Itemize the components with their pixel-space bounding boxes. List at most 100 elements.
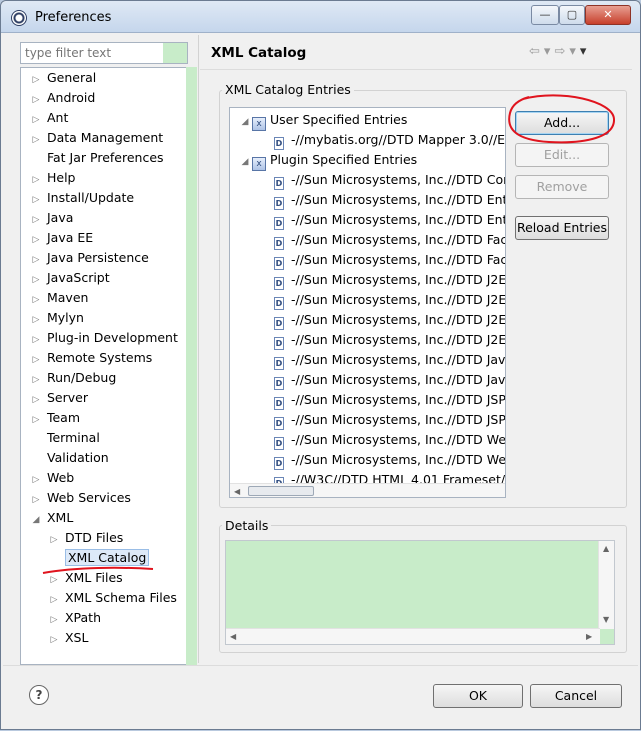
tree-item-android[interactable]: ▷ Android [29,88,96,110]
details-scroll-right-icon[interactable]: ▶ [586,632,592,641]
catalog-entry-row[interactable]: D -//mybatis.org//DTD Mapper 3.0//EN [274,130,505,150]
forward-menu-icon[interactable]: ▾ [569,44,580,59]
catalog-entry-row[interactable]: D -//Sun Microsystems, Inc.//DTD JavaServ… [274,350,505,370]
filter-input[interactable] [21,43,161,63]
tree-item-web[interactable]: ▷ Web [29,468,75,490]
catalog-entry-row[interactable]: D -//Sun Microsystems, Inc.//DTD JSP Tag … [274,410,505,430]
catalog-entry-row[interactable]: D -//Sun Microsystems, Inc.//DTD Facelet … [274,230,505,250]
details-scroll-up-icon[interactable]: ▲ [603,544,609,553]
collapsed-twisty-icon[interactable]: ▷ [29,170,43,190]
collapsed-twisty-icon[interactable]: ▷ [29,370,43,390]
tree-item-run-debug[interactable]: ▷ Run/Debug [29,368,117,390]
tree-item-xml-schema-files[interactable]: ▷ XML Schema Files [47,588,177,608]
catalog-entry-row[interactable]: D -//Sun Microsystems, Inc.//DTD J2EE App… [274,270,505,290]
catalog-entry-row[interactable]: D -//Sun Microsystems, Inc.//DTD JavaServ… [274,370,505,390]
forward-icon[interactable]: ⇨ [554,44,569,59]
collapsed-twisty-icon[interactable]: ▷ [29,230,43,250]
tree-item-java-ee[interactable]: ▷ Java EE [29,228,94,250]
catalog-entry-row[interactable]: D -//Sun Microsystems, Inc.//DTD Enterpri… [274,190,505,210]
collapsed-twisty-icon[interactable]: ▷ [29,310,43,330]
catalog-entry-row[interactable]: D -//Sun Microsystems, Inc.//DTD J2EE App… [274,330,505,350]
collapsed-twisty-icon[interactable]: ▷ [47,570,61,590]
collapsed-twisty-icon[interactable]: ▷ [29,210,43,230]
collapsed-twisty-icon[interactable]: ▷ [47,530,61,550]
tree-item-java[interactable]: ▷ Java [29,208,74,230]
tree-item-install-update[interactable]: ▷ Install/Update [29,188,135,210]
tree-item-xml-catalog[interactable]: XML Catalog [47,548,150,568]
collapsed-twisty-icon[interactable]: ▷ [29,330,43,350]
collapsed-twisty-icon[interactable]: ▷ [29,470,43,490]
reload-entries-button[interactable]: Reload Entries [515,216,609,240]
tree-item-xml-files[interactable]: ▷ XML Files [47,568,123,588]
details-scroll-down-icon[interactable]: ▼ [603,615,609,624]
ok-button[interactable]: OK [433,684,523,708]
view-menu-icon[interactable]: ▾ [580,44,591,59]
cancel-button[interactable]: Cancel [530,684,622,708]
collapsed-twisty-icon[interactable]: ▷ [29,190,43,210]
collapsed-twisty-icon[interactable]: ▷ [29,110,43,130]
tree-item-remote-systems[interactable]: ▷ Remote Systems [29,348,153,370]
tree-item-terminal[interactable]: Terminal [29,428,100,448]
catalog-category-row[interactable]: ◢ x User Specified Entries [238,110,407,132]
entries-horizontal-thumb[interactable] [248,486,314,496]
remove-button[interactable]: Remove [515,175,609,199]
tree-item-java-persistence[interactable]: ▷ Java Persistence [29,248,149,268]
minimize-button[interactable]: — [531,5,559,25]
details-scroll-left-icon[interactable]: ◀ [230,632,236,641]
tree-item-validation[interactable]: Validation [29,448,109,468]
collapsed-twisty-icon[interactable]: ▷ [29,90,43,110]
expanded-twisty-icon[interactable]: ◢ [29,510,43,530]
expanded-twisty-icon[interactable]: ◢ [238,112,252,132]
collapsed-twisty-icon[interactable]: ▷ [29,130,43,150]
collapsed-twisty-icon[interactable]: ▷ [47,610,61,630]
add-button[interactable]: Add... [515,111,609,135]
tree-item-data-management[interactable]: ▷ Data Management [29,128,164,150]
catalog-entry-row[interactable]: D -//Sun Microsystems, Inc.//DTD JSP Tag … [274,390,505,410]
collapsed-twisty-icon[interactable]: ▷ [29,410,43,430]
catalog-category-row[interactable]: ◢ x Plugin Specified Entries [238,150,417,172]
tree-item-help[interactable]: ▷ Help [29,168,76,190]
collapsed-twisty-icon[interactable]: ▷ [29,350,43,370]
catalog-entry-row[interactable]: D -//Sun Microsystems, Inc.//DTD J2EE App… [274,310,505,330]
tree-item-plug-in-development[interactable]: ▷ Plug-in Development [29,328,178,348]
maximize-button[interactable]: ▢ [559,5,585,25]
help-icon[interactable]: ? [29,685,49,705]
collapsed-twisty-icon[interactable]: ▷ [29,390,43,410]
collapsed-twisty-icon[interactable]: ▷ [47,630,61,650]
tree-scrollbar[interactable] [186,67,197,665]
tree-item-mylyn[interactable]: ▷ Mylyn [29,308,84,328]
tree-item-server[interactable]: ▷ Server [29,388,88,408]
collapsed-twisty-icon[interactable]: ▷ [29,270,43,290]
tree-item-maven[interactable]: ▷ Maven [29,288,89,310]
collapsed-twisty-icon[interactable]: ▷ [29,290,43,310]
edit-button[interactable]: Edit... [515,143,609,167]
catalog-entry-row[interactable]: D -//Sun Microsystems, Inc.//DTD Web Appl… [274,430,505,450]
details-vertical-scrollbar[interactable]: ▲ ▼ [598,541,614,629]
tree-item-xsl[interactable]: ▷ XSL [47,628,89,650]
pane-divider[interactable] [198,35,199,663]
close-button[interactable]: ✕ [585,5,631,25]
collapsed-twisty-icon[interactable]: ▷ [47,590,61,610]
tree-item-xpath[interactable]: ▷ XPath [47,608,101,628]
tree-item-web-services[interactable]: ▷ Web Services [29,488,131,508]
entries-horizontal-scrollbar[interactable]: ◀ ▶ [230,483,505,497]
tree-item-ant[interactable]: ▷ Ant [29,108,69,130]
scroll-left-icon[interactable]: ◀ [234,487,240,496]
tree-item-fat-jar-preferences[interactable]: Fat Jar Preferences [29,148,164,168]
catalog-entry-row[interactable]: D -//Sun Microsystems, Inc.//DTD J2EE App… [274,290,505,310]
catalog-entry-row[interactable]: D -//Sun Microsystems, Inc.//DTD Enterpri… [274,210,505,230]
collapsed-twisty-icon[interactable]: ▷ [29,490,43,510]
collapsed-twisty-icon[interactable]: ▷ [29,250,43,270]
tree-item-javascript[interactable]: ▷ JavaScript [29,268,110,288]
tree-item-dtd-files[interactable]: ▷ DTD Files [47,528,124,550]
expanded-twisty-icon[interactable]: ◢ [238,152,252,172]
tree-item-general[interactable]: ▷ General [29,68,97,90]
collapsed-twisty-icon[interactable]: ▷ [29,70,43,90]
catalog-entry-row[interactable]: D -//Sun Microsystems, Inc.//DTD Connecto… [274,170,505,190]
catalog-entry-row[interactable]: D -//Sun Microsystems, Inc.//DTD Faces Co… [274,250,505,270]
details-horizontal-scrollbar[interactable]: ◀ ▶ [226,628,600,644]
back-menu-icon[interactable]: ▾ [544,44,555,59]
tree-item-xml[interactable]: ◢ XML [29,508,74,530]
back-icon[interactable]: ⇦ [529,44,544,59]
clear-filter-icon[interactable] [163,43,187,63]
